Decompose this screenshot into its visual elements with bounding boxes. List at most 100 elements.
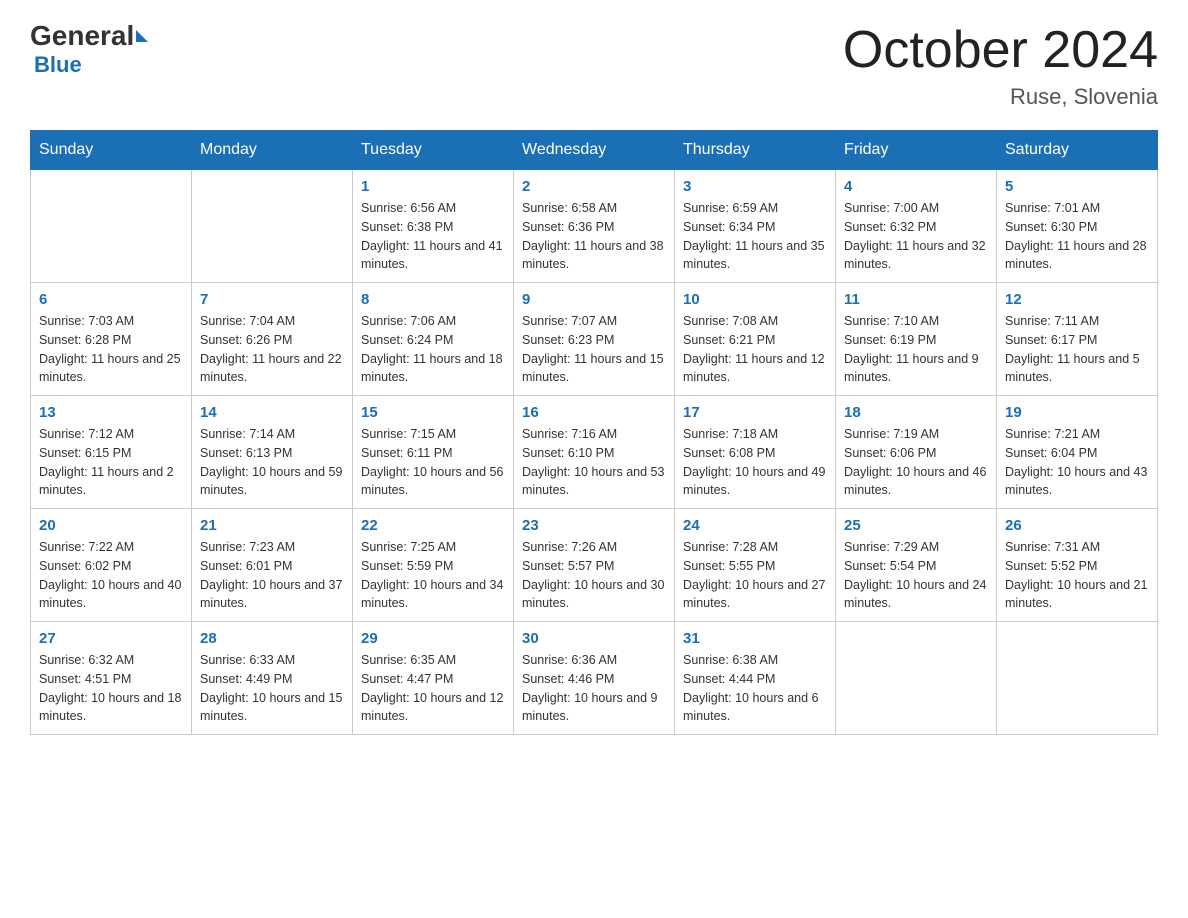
logo-container: General Blue — [30, 20, 148, 78]
day-info: Sunrise: 6:33 AMSunset: 4:49 PMDaylight:… — [200, 651, 344, 726]
day-info: Sunrise: 7:16 AMSunset: 6:10 PMDaylight:… — [522, 425, 666, 500]
calendar-cell: 23 Sunrise: 7:26 AMSunset: 5:57 PMDayligh… — [514, 509, 675, 622]
day-info: Sunrise: 7:21 AMSunset: 6:04 PMDaylight:… — [1005, 425, 1149, 500]
day-info: Sunrise: 7:01 AMSunset: 6:30 PMDaylight:… — [1005, 199, 1149, 274]
calendar-cell — [997, 622, 1158, 735]
day-info: Sunrise: 6:36 AMSunset: 4:46 PMDaylight:… — [522, 651, 666, 726]
calendar-header-row: Sunday Monday Tuesday Wednesday Thursday… — [31, 131, 1158, 170]
header: General Blue October 2024 Ruse, Slovenia — [30, 20, 1158, 110]
day-number: 19 — [1005, 404, 1149, 421]
calendar-cell: 19 Sunrise: 7:21 AMSunset: 6:04 PMDayligh… — [997, 396, 1158, 509]
day-info: Sunrise: 7:22 AMSunset: 6:02 PMDaylight:… — [39, 538, 183, 613]
day-number: 31 — [683, 630, 827, 647]
calendar-cell: 10 Sunrise: 7:08 AMSunset: 6:21 PMDayligh… — [675, 283, 836, 396]
calendar-cell — [836, 622, 997, 735]
day-info: Sunrise: 7:08 AMSunset: 6:21 PMDaylight:… — [683, 312, 827, 387]
day-info: Sunrise: 7:26 AMSunset: 5:57 PMDaylight:… — [522, 538, 666, 613]
day-number: 13 — [39, 404, 183, 421]
calendar-cell: 7Sunrise: 7:04 AMSunset: 6:26 PMDaylight… — [192, 283, 353, 396]
col-friday: Friday — [836, 131, 997, 170]
day-number: 3 — [683, 178, 827, 195]
day-number: 2 — [522, 178, 666, 195]
day-number: 29 — [361, 630, 505, 647]
day-number: 7 — [200, 291, 344, 308]
col-wednesday: Wednesday — [514, 131, 675, 170]
day-info: Sunrise: 6:32 AMSunset: 4:51 PMDaylight:… — [39, 651, 183, 726]
day-number: 30 — [522, 630, 666, 647]
calendar-cell: 5Sunrise: 7:01 AMSunset: 6:30 PMDaylight… — [997, 170, 1158, 283]
day-info: Sunrise: 7:29 AMSunset: 5:54 PMDaylight:… — [844, 538, 988, 613]
calendar-week-row: 27 Sunrise: 6:32 AMSunset: 4:51 PMDayligh… — [31, 622, 1158, 735]
calendar-cell — [192, 170, 353, 283]
calendar-cell — [31, 170, 192, 283]
day-info: Sunrise: 7:11 AMSunset: 6:17 PMDaylight:… — [1005, 312, 1149, 387]
calendar-cell: 4 Sunrise: 7:00 AMSunset: 6:32 PMDaylight… — [836, 170, 997, 283]
calendar-cell: 8 Sunrise: 7:06 AMSunset: 6:24 PMDaylight… — [353, 283, 514, 396]
calendar-cell: 9Sunrise: 7:07 AMSunset: 6:23 PMDaylight… — [514, 283, 675, 396]
day-number: 1 — [361, 178, 505, 195]
calendar-cell: 28 Sunrise: 6:33 AMSunset: 4:49 PMDayligh… — [192, 622, 353, 735]
calendar-cell: 1Sunrise: 6:56 AMSunset: 6:38 PMDaylight… — [353, 170, 514, 283]
calendar-cell: 30 Sunrise: 6:36 AMSunset: 4:46 PMDayligh… — [514, 622, 675, 735]
calendar-table: Sunday Monday Tuesday Wednesday Thursday… — [30, 130, 1158, 735]
day-info: Sunrise: 7:06 AMSunset: 6:24 PMDaylight:… — [361, 312, 505, 387]
day-number: 26 — [1005, 517, 1149, 534]
day-number: 12 — [1005, 291, 1149, 308]
day-info: Sunrise: 7:14 AMSunset: 6:13 PMDaylight:… — [200, 425, 344, 500]
day-number: 28 — [200, 630, 344, 647]
day-number: 14 — [200, 404, 344, 421]
day-number: 22 — [361, 517, 505, 534]
logo: General — [30, 20, 148, 52]
month-title: October 2024 — [843, 20, 1158, 80]
day-number: 10 — [683, 291, 827, 308]
day-info: Sunrise: 6:59 AMSunset: 6:34 PMDaylight:… — [683, 199, 827, 274]
calendar-week-row: 6Sunrise: 7:03 AMSunset: 6:28 PMDaylight… — [31, 283, 1158, 396]
day-info: Sunrise: 7:28 AMSunset: 5:55 PMDaylight:… — [683, 538, 827, 613]
calendar-cell: 3 Sunrise: 6:59 AMSunset: 6:34 PMDaylight… — [675, 170, 836, 283]
day-info: Sunrise: 7:15 AMSunset: 6:11 PMDaylight:… — [361, 425, 505, 500]
col-tuesday: Tuesday — [353, 131, 514, 170]
calendar-cell: 26Sunrise: 7:31 AMSunset: 5:52 PMDayligh… — [997, 509, 1158, 622]
day-info: Sunrise: 7:00 AMSunset: 6:32 PMDaylight:… — [844, 199, 988, 274]
day-number: 9 — [522, 291, 666, 308]
calendar-cell: 11 Sunrise: 7:10 AMSunset: 6:19 PMDayligh… — [836, 283, 997, 396]
day-info: Sunrise: 7:19 AMSunset: 6:06 PMDaylight:… — [844, 425, 988, 500]
day-info: Sunrise: 7:10 AMSunset: 6:19 PMDaylight:… — [844, 312, 988, 387]
day-number: 23 — [522, 517, 666, 534]
logo-general-text: General — [30, 20, 134, 52]
day-number: 15 — [361, 404, 505, 421]
title-section: October 2024 Ruse, Slovenia — [843, 20, 1158, 110]
col-sunday: Sunday — [31, 131, 192, 170]
calendar-week-row: 1Sunrise: 6:56 AMSunset: 6:38 PMDaylight… — [31, 170, 1158, 283]
calendar-cell: 14 Sunrise: 7:14 AMSunset: 6:13 PMDayligh… — [192, 396, 353, 509]
calendar-cell: 20 Sunrise: 7:22 AMSunset: 6:02 PMDayligh… — [31, 509, 192, 622]
calendar-cell: 25Sunrise: 7:29 AMSunset: 5:54 PMDayligh… — [836, 509, 997, 622]
day-number: 6 — [39, 291, 183, 308]
calendar-cell: 17Sunrise: 7:18 AMSunset: 6:08 PMDayligh… — [675, 396, 836, 509]
calendar-cell: 24 Sunrise: 7:28 AMSunset: 5:55 PMDayligh… — [675, 509, 836, 622]
calendar-week-row: 20 Sunrise: 7:22 AMSunset: 6:02 PMDayligh… — [31, 509, 1158, 622]
day-info: Sunrise: 7:12 AMSunset: 6:15 PMDaylight:… — [39, 425, 183, 500]
day-number: 21 — [200, 517, 344, 534]
day-number: 4 — [844, 178, 988, 195]
day-info: Sunrise: 7:18 AMSunset: 6:08 PMDaylight:… — [683, 425, 827, 500]
calendar-cell: 2 Sunrise: 6:58 AMSunset: 6:36 PMDaylight… — [514, 170, 675, 283]
day-number: 8 — [361, 291, 505, 308]
day-info: Sunrise: 7:25 AMSunset: 5:59 PMDaylight:… — [361, 538, 505, 613]
calendar-cell: 12 Sunrise: 7:11 AMSunset: 6:17 PMDayligh… — [997, 283, 1158, 396]
calendar-cell: 6Sunrise: 7:03 AMSunset: 6:28 PMDaylight… — [31, 283, 192, 396]
day-number: 11 — [844, 291, 988, 308]
calendar-cell: 31 Sunrise: 6:38 AMSunset: 4:44 PMDayligh… — [675, 622, 836, 735]
col-thursday: Thursday — [675, 131, 836, 170]
calendar-cell: 29Sunrise: 6:35 AMSunset: 4:47 PMDayligh… — [353, 622, 514, 735]
logo-blue-text: Blue — [34, 52, 82, 77]
day-info: Sunrise: 6:58 AMSunset: 6:36 PMDaylight:… — [522, 199, 666, 274]
day-number: 27 — [39, 630, 183, 647]
day-number: 20 — [39, 517, 183, 534]
calendar-cell: 21Sunrise: 7:23 AMSunset: 6:01 PMDayligh… — [192, 509, 353, 622]
logo-blue-row: Blue — [30, 52, 82, 78]
day-info: Sunrise: 6:38 AMSunset: 4:44 PMDaylight:… — [683, 651, 827, 726]
day-number: 24 — [683, 517, 827, 534]
calendar-cell: 16Sunrise: 7:16 AMSunset: 6:10 PMDayligh… — [514, 396, 675, 509]
logo-triangle-icon — [136, 30, 148, 42]
